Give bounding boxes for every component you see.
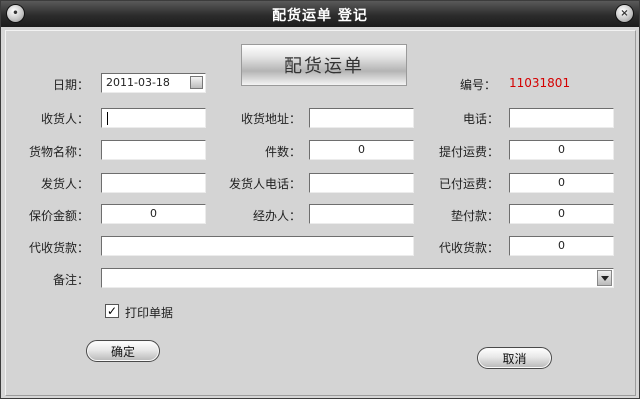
dropdown-arrow-icon[interactable] xyxy=(597,270,612,286)
form-banner: 配货运单 xyxy=(241,44,407,86)
sender-label: 发货人： xyxy=(40,177,89,191)
remarks-label: 备注： xyxy=(52,273,89,287)
phone-label: 电话： xyxy=(462,112,499,126)
freight-on-pickup-label: 提付运费： xyxy=(438,145,499,159)
title-bar[interactable]: • 配货运单 登记 × xyxy=(1,1,639,27)
number-label: 编号： xyxy=(460,78,497,92)
insured-amount-input[interactable]: 0 xyxy=(101,204,206,224)
pieces-label: 件数： xyxy=(264,145,301,159)
sender-phone-label: 发货人电话： xyxy=(228,177,301,191)
handler-label: 经办人： xyxy=(252,209,301,223)
close-icon[interactable]: × xyxy=(616,5,633,22)
goods-name-input[interactable] xyxy=(101,140,206,160)
print-receipt-label[interactable]: 打印单据 xyxy=(125,304,173,321)
phone-input[interactable] xyxy=(509,108,614,128)
dialog-window: • 配货运单 登记 × 配货运单 日期： 2011-03-18 编号： 1103… xyxy=(0,0,640,399)
handler-input[interactable] xyxy=(309,204,414,224)
remarks-combobox[interactable] xyxy=(101,268,614,288)
receiver-input[interactable] xyxy=(101,108,206,128)
freight-on-pickup-input[interactable]: 0 xyxy=(509,140,614,160)
receiver-address-label: 收货地址： xyxy=(240,112,301,126)
receiver-label: 收货人： xyxy=(40,112,89,126)
text-caret xyxy=(107,112,108,125)
calendar-dropdown-icon[interactable] xyxy=(190,76,203,89)
cod-left-input[interactable] xyxy=(101,236,414,256)
number-value: 11031801 xyxy=(509,76,571,90)
insured-amount-label: 保价金额： xyxy=(28,209,89,223)
goods-name-label: 货物名称： xyxy=(28,145,89,159)
ok-button[interactable]: 确定 xyxy=(86,340,160,362)
sender-phone-input[interactable] xyxy=(309,173,414,193)
cod-left-label: 代收货款： xyxy=(28,241,89,255)
cancel-button[interactable]: 取消 xyxy=(477,347,552,369)
window-title: 配货运单 登记 xyxy=(272,8,368,24)
cod-right-label: 代收货款： xyxy=(438,241,499,255)
print-receipt-checkbox[interactable]: ✓ xyxy=(105,304,119,318)
freight-paid-input[interactable]: 0 xyxy=(509,173,614,193)
date-label: 日期： xyxy=(53,78,90,92)
receiver-address-input[interactable] xyxy=(309,108,414,128)
cod-right-input[interactable]: 0 xyxy=(509,236,614,256)
advance-payment-label: 垫付款： xyxy=(450,209,499,223)
advance-payment-input[interactable]: 0 xyxy=(509,204,614,224)
date-field[interactable]: 2011-03-18 xyxy=(101,73,206,93)
sender-input[interactable] xyxy=(101,173,206,193)
pieces-input[interactable]: 0 xyxy=(309,140,414,160)
freight-paid-label: 已付运费： xyxy=(438,177,499,191)
date-value: 2011-03-18 xyxy=(106,76,170,89)
